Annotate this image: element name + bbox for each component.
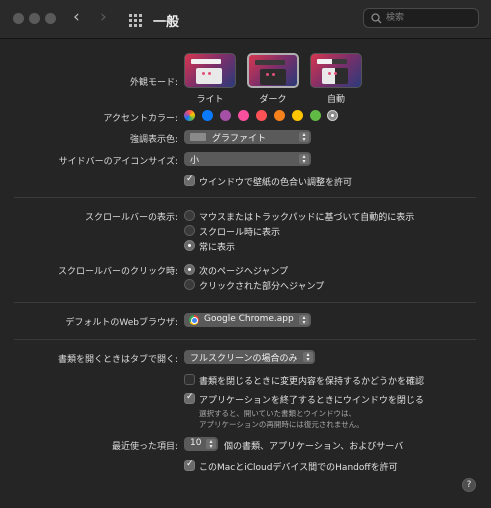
window-title: 一般 [153, 15, 180, 30]
handoff-label: このMacとiCloudデバイス間でのHandoffを許可 [199, 463, 398, 473]
recent-items-value: 10 [190, 438, 202, 448]
back-button[interactable]: ‹ [73, 9, 80, 26]
highlight-color-value: グラファイト [212, 134, 267, 144]
recent-items-label: 最近使った項目: [111, 442, 178, 452]
appearance-dark-label: ダーク [259, 95, 287, 105]
handoff-checkbox[interactable]: ✓ [184, 459, 195, 471]
accent-purple-swatch[interactable] [220, 110, 231, 121]
show-scrollbars-label: スクロールバーの表示: [84, 213, 178, 223]
ask-keep-changes-label: 書類を閉じるときに変更内容を保持するかどうかを確認 [199, 377, 425, 387]
chrome-icon [189, 315, 199, 325]
preferences-window: ‹ › 一般 外観モード: [0, 0, 491, 508]
accent-blue-swatch[interactable] [202, 110, 213, 121]
grid-icon [129, 14, 142, 27]
wallpaper-tint-checkbox[interactable]: ✓ [184, 174, 195, 186]
popup-arrows-icon: ▴ ▾ [303, 352, 313, 363]
appearance-light-label: ライト [196, 95, 224, 105]
scrollbars-always-label: 常に表示 [199, 243, 236, 253]
scrollbars-scrolling-label: スクロール時に表示 [199, 228, 281, 238]
scrollbars-auto-label: マウスまたはトラックパッドに基づいて自動的に表示 [199, 213, 415, 223]
checkmark-icon: ✓ [186, 174, 194, 184]
forward-button[interactable]: › [100, 9, 107, 26]
ask-keep-changes-checkbox[interactable] [184, 374, 195, 385]
highlight-color-preview [190, 133, 206, 141]
prefer-tabs-value: フルスクリーンの場合のみ [190, 354, 298, 364]
zoom-window-button[interactable] [45, 13, 56, 24]
jump-clicked-spot-radio[interactable] [184, 279, 195, 290]
default-browser-value: Google Chrome.app [204, 314, 294, 324]
sidebar-icon-size-label: サイドバーのアイコンサイズ: [58, 157, 178, 167]
search-field[interactable] [363, 8, 479, 28]
appearance-dark-thumbnail[interactable] [247, 53, 299, 88]
accent-red-swatch[interactable] [256, 110, 267, 121]
sidebar-icon-size-value: 小 [190, 156, 200, 166]
close-windows-note-line2: アプリケーションの再開時には復元されません。 [199, 420, 364, 429]
scrollbars-auto-radio[interactable] [184, 210, 195, 221]
popup-arrows-icon: ▴ ▾ [299, 315, 309, 326]
chevron-left-icon: ‹ [73, 7, 80, 27]
highlight-color-popup[interactable]: グラファイト ▴ ▾ [184, 130, 311, 144]
scrollbars-always-radio[interactable] [184, 240, 195, 251]
accent-graphite-swatch[interactable] [327, 110, 338, 121]
default-browser-popup[interactable]: Google Chrome.app ▴ ▾ [184, 313, 311, 327]
recent-items-suffix: 個の書類、アプリケーション、およびサーバ [224, 442, 404, 452]
search-icon [371, 13, 382, 24]
question-mark-icon: ? [466, 480, 472, 490]
divider [14, 197, 476, 198]
appearance-auto-label: 自動 [326, 95, 345, 105]
sidebar-icon-size-popup[interactable]: 小 ▴ ▾ [184, 152, 311, 166]
wallpaper-tint-label: ウインドウで壁紙の色合い調整を許可 [199, 178, 353, 188]
close-windows-note-line1: 選択すると、開いていた書類とウインドウは、 [199, 409, 356, 418]
appearance-label: 外観モード: [129, 78, 178, 88]
help-button[interactable]: ? [462, 478, 476, 492]
show-all-button[interactable] [129, 12, 142, 27]
scrollbar-click-label: スクロールバーのクリック時: [57, 267, 178, 277]
divider [14, 339, 476, 340]
chevron-right-icon: › [100, 7, 107, 27]
close-windows-label: アプリケーションを終了するときにウインドウを閉じる [199, 396, 424, 406]
accent-yellow-swatch[interactable] [292, 110, 303, 121]
highlight-color-label: 強調表示色: [129, 135, 178, 145]
checkmark-icon: ✓ [186, 459, 194, 469]
appearance-auto-thumbnail[interactable] [310, 53, 362, 88]
appearance-light-thumbnail[interactable] [184, 53, 236, 88]
jump-next-page-label: 次のページへジャンプ [199, 267, 289, 277]
prefer-tabs-popup[interactable]: フルスクリーンの場合のみ ▴ ▾ [184, 350, 315, 364]
popup-arrows-icon: ▴ ▾ [299, 132, 309, 143]
checkmark-icon: ✓ [186, 392, 194, 402]
prefer-tabs-label: 書類を開くときはタブで開く: [57, 355, 178, 365]
close-windows-checkbox[interactable]: ✓ [184, 392, 195, 404]
search-input[interactable] [386, 11, 474, 25]
jump-next-page-radio[interactable] [184, 264, 195, 275]
accent-pink-swatch[interactable] [238, 110, 249, 121]
recent-items-popup[interactable]: 10 ▴ ▾ [184, 437, 218, 451]
accent-color-label: アクセントカラー: [103, 114, 178, 124]
popup-arrows-icon: ▴ ▾ [299, 154, 309, 165]
popup-arrows-icon: ▴ ▾ [206, 439, 216, 450]
accent-multicolor-swatch[interactable] [184, 110, 195, 121]
accent-orange-swatch[interactable] [274, 110, 285, 121]
accent-green-swatch[interactable] [310, 110, 321, 121]
close-window-button[interactable] [13, 13, 24, 24]
toolbar: ‹ › 一般 [0, 0, 491, 39]
divider [14, 302, 476, 303]
jump-clicked-spot-label: クリックされた部分へジャンプ [199, 282, 325, 292]
minimize-window-button[interactable] [29, 13, 40, 24]
default-browser-label: デフォルトのWebブラウザ: [65, 318, 178, 328]
scrollbars-scrolling-radio[interactable] [184, 225, 195, 236]
